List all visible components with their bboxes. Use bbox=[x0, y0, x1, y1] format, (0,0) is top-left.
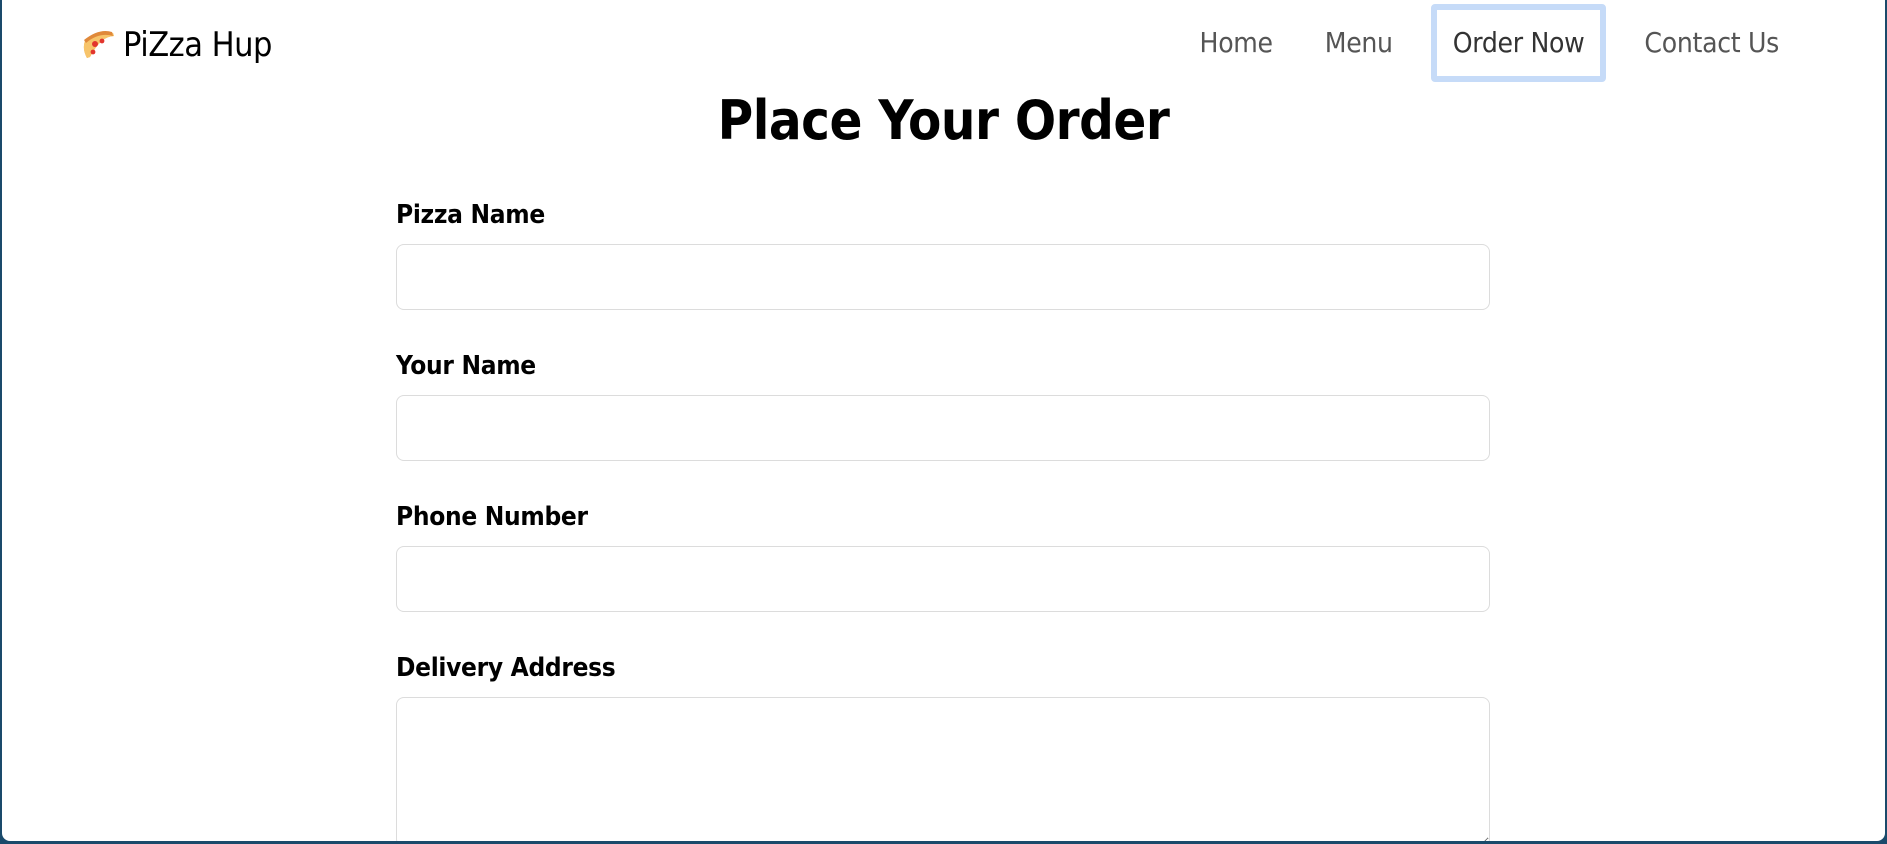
page-title: Place Your Order bbox=[717, 89, 1170, 152]
nav-link-contact-us[interactable]: Contact Us bbox=[1618, 4, 1805, 82]
nav-links: Home Menu Order Now Contact Us bbox=[1174, 4, 1805, 82]
brand-link[interactable]: PiZza Hup bbox=[81, 22, 272, 68]
brand-name: PiZza Hup bbox=[123, 25, 272, 65]
phone-number-label: Phone Number bbox=[396, 502, 588, 532]
your-name-label: Your Name bbox=[396, 351, 536, 381]
pizza-slice-icon bbox=[81, 27, 117, 63]
phone-number-input[interactable] bbox=[396, 546, 1490, 612]
nav-link-menu[interactable]: Menu bbox=[1299, 4, 1419, 82]
pizza-name-input[interactable] bbox=[396, 244, 1490, 310]
delivery-address-label: Delivery Address bbox=[396, 653, 616, 683]
delivery-address-textarea[interactable] bbox=[396, 697, 1490, 841]
pizza-name-label: Pizza Name bbox=[396, 200, 545, 230]
nav-link-home[interactable]: Home bbox=[1174, 4, 1299, 82]
your-name-input[interactable] bbox=[396, 395, 1490, 461]
order-form: Pizza Name Your Name Phone Number Delive… bbox=[396, 196, 1490, 841]
browser-viewport: PiZza Hup Home Menu Order Now Contact Us… bbox=[2, 0, 1885, 841]
top-navbar: PiZza Hup Home Menu Order Now Contact Us bbox=[2, 0, 1885, 88]
nav-link-order-now[interactable]: Order Now bbox=[1430, 4, 1607, 82]
